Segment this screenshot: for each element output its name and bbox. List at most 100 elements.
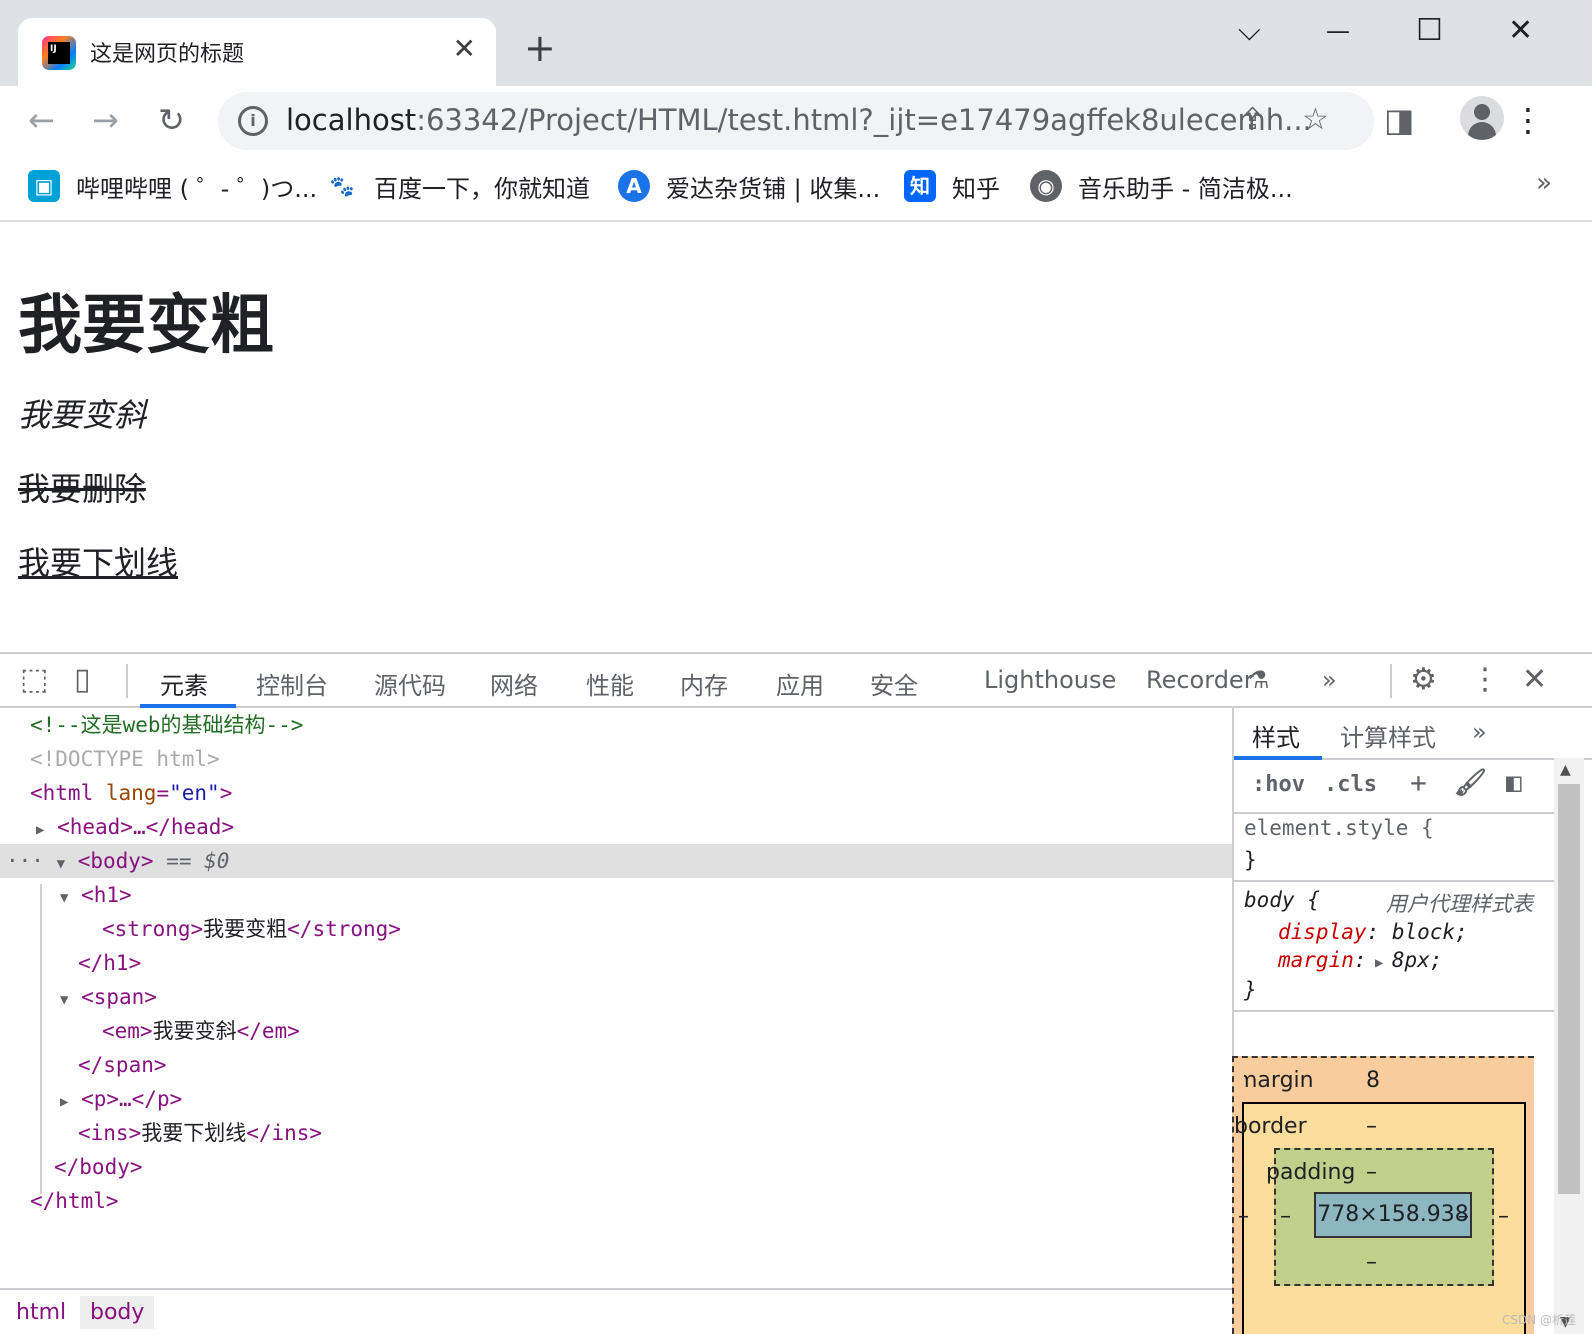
dom-h1-line[interactable]: ▼ <h1> xyxy=(0,878,1232,912)
dom-ellipsis[interactable]: ··· xyxy=(6,849,44,873)
dom-strong-line[interactable]: <strong>我要变粗</strong> xyxy=(0,912,1232,946)
dom-h1-close: </h1> xyxy=(78,951,142,975)
devtools-menu-icon[interactable]: ⋮ xyxy=(1470,662,1500,698)
tab-security[interactable]: 安全 xyxy=(870,666,918,701)
tab-elements[interactable]: 元素 xyxy=(160,666,208,701)
class-toggle[interactable]: .cls xyxy=(1324,772,1377,797)
share-icon[interactable]: ⇪ xyxy=(1240,102,1265,137)
border-right-value[interactable]: – xyxy=(1498,1204,1509,1229)
dom-em-line[interactable]: <em>我要变斜</em> xyxy=(0,1014,1232,1048)
box-model-content[interactable]: 778×158.938 xyxy=(1314,1192,1472,1238)
url-text[interactable]: localhost:63342/Project/HTML/test.html?_… xyxy=(286,103,1312,137)
bookmark-music[interactable]: ◉ 音乐助手 - 简洁极... xyxy=(1030,166,1293,206)
collapse-triangle-icon[interactable]: ▼ xyxy=(60,992,68,1008)
margin-value[interactable]: 8 xyxy=(1366,1068,1380,1093)
colon: : xyxy=(1353,948,1367,972)
padding-bottom-value[interactable]: – xyxy=(1366,1250,1377,1275)
tab-network[interactable]: 网络 xyxy=(490,666,538,701)
close-brace: } xyxy=(1244,848,1257,872)
dom-html-line[interactable]: <html lang="en"> xyxy=(0,776,1232,810)
dom-body-close-line[interactable]: </body> xyxy=(0,1150,1232,1184)
minimize-button[interactable]: — xyxy=(1326,14,1350,48)
padding-left-value[interactable]: – xyxy=(1280,1204,1291,1229)
bookmark-bilibili[interactable]: ▣ 哔哩哔哩 ( ゜- ゜)つ... xyxy=(28,166,317,206)
margin-declaration[interactable]: margin: ▶ 8px; xyxy=(1278,948,1442,978)
expand-triangle-icon[interactable]: ▶ xyxy=(1367,955,1392,971)
border-value[interactable]: – xyxy=(1366,1114,1377,1139)
collapse-triangle-icon[interactable]: ▼ xyxy=(60,890,68,906)
browser-tab[interactable]: IJ 这是网页的标题 ✕ xyxy=(18,18,496,86)
border-left-value[interactable]: – xyxy=(1238,1204,1249,1229)
bookmark-star-icon[interactable]: ☆ xyxy=(1302,102,1329,137)
dom-html-close-line[interactable]: </html> xyxy=(0,1184,1232,1218)
bookmark-baidu[interactable]: 🐾 百度一下，你就知道 xyxy=(326,166,590,206)
dom-selected-marker: == $0 xyxy=(166,849,230,873)
maximize-button[interactable]: ☐ xyxy=(1416,14,1443,48)
dom-body-line-selected[interactable]: ··· ▼ <body> == $0 xyxy=(0,844,1232,878)
browser-toolbar: ← → ↻ i localhost:63342/Project/HTML/tes… xyxy=(0,86,1592,154)
body-rule-selector[interactable]: body { xyxy=(1244,888,1320,918)
devtools-close-icon[interactable]: ✕ xyxy=(1522,662,1547,698)
user-agent-stylesheet-label[interactable]: 用户代理样式表 xyxy=(1386,888,1533,918)
dom-span-line[interactable]: ▼ <span> xyxy=(0,980,1232,1014)
dom-comment-line[interactable]: <!--这是web的基础结构--> xyxy=(0,708,1232,742)
chrome-menu-icon[interactable]: ⋮ xyxy=(1512,100,1544,140)
display-declaration[interactable]: display: block; xyxy=(1278,920,1468,950)
dom-h1-close-line[interactable]: </h1> xyxy=(0,946,1232,980)
padding-right-value[interactable]: – xyxy=(1458,1204,1469,1229)
tab-application[interactable]: 应用 xyxy=(776,666,824,701)
breadcrumb-html[interactable]: html xyxy=(6,1296,76,1329)
tab-search-dropdown-icon[interactable]: ⌵ xyxy=(1238,14,1261,48)
dom-h1-tag: <h1> xyxy=(81,883,132,907)
more-tabs-icon[interactable]: » xyxy=(1322,666,1337,694)
back-arrow-icon[interactable]: ← xyxy=(28,100,55,140)
expand-triangle-icon[interactable]: ▶ xyxy=(60,1094,68,1110)
tab-computed[interactable]: 计算样式 xyxy=(1340,718,1436,753)
scroll-thumb[interactable] xyxy=(1558,784,1580,1194)
side-panel-icon[interactable]: ◨ xyxy=(1384,100,1414,140)
sidebar-scrollbar[interactable]: ▲ ▼ xyxy=(1554,758,1584,1334)
paint-brush-icon[interactable]: 🖌 xyxy=(1454,768,1487,798)
dom-ins-line[interactable]: <ins>我要下划线</ins> xyxy=(0,1116,1232,1150)
element-style-rule[interactable]: element.style { xyxy=(1244,816,1434,846)
dom-span-close-line[interactable]: </span> xyxy=(0,1048,1232,1082)
window-close-button[interactable]: ✕ xyxy=(1508,14,1533,48)
expand-triangle-icon[interactable]: ▶ xyxy=(36,822,44,838)
tab-recorder[interactable]: Recorder xyxy=(1146,666,1254,694)
tab-console[interactable]: 控制台 xyxy=(256,666,328,701)
element-style-selector: element.style { xyxy=(1244,816,1434,840)
padding-value[interactable]: – xyxy=(1366,1160,1377,1185)
reload-icon[interactable]: ↻ xyxy=(158,100,185,140)
baidu-paw-icon: 🐾 xyxy=(326,170,358,202)
hover-state-toggle[interactable]: :hov xyxy=(1252,772,1305,797)
scroll-up-arrow-icon[interactable]: ▲ xyxy=(1560,762,1571,778)
tab-sources[interactable]: 源代码 xyxy=(374,666,446,701)
bookmark-zhihu[interactable]: 知 知乎 xyxy=(904,166,1000,206)
dom-doctype-line[interactable]: <!DOCTYPE html> xyxy=(0,742,1232,776)
dom-p-line[interactable]: ▶ <p>…</p> xyxy=(0,1082,1232,1116)
tab-styles[interactable]: 样式 xyxy=(1252,718,1300,753)
settings-gear-icon[interactable]: ⚙ xyxy=(1410,662,1437,698)
new-tab-button[interactable]: + xyxy=(524,28,556,68)
tab-lighthouse[interactable]: Lighthouse xyxy=(984,666,1116,694)
address-bar[interactable]: i localhost:63342/Project/HTML/test.html… xyxy=(218,92,1374,150)
dom-head-line[interactable]: ▶ <head>…</head> xyxy=(0,810,1232,844)
forward-arrow-icon[interactable]: → xyxy=(92,100,119,140)
toggle-sidebar-icon[interactable]: ◧ xyxy=(1506,768,1522,798)
dom-p-tag: <p>…</p> xyxy=(81,1087,183,1111)
dom-doctype: <!DOCTYPE html> xyxy=(30,747,220,771)
tab-performance[interactable]: 性能 xyxy=(586,666,634,701)
bookmark-aida[interactable]: A 爱达杂货铺 | 收集... xyxy=(618,166,880,206)
new-rule-plus-icon[interactable]: + xyxy=(1410,766,1427,799)
inspect-element-icon[interactable]: ⬚ xyxy=(20,662,48,698)
tab-close-icon[interactable]: ✕ xyxy=(453,32,476,65)
site-info-icon[interactable]: i xyxy=(238,106,268,136)
device-toolbar-icon[interactable]: ▯ xyxy=(74,662,91,698)
collapse-triangle-icon[interactable]: ▼ xyxy=(57,856,65,872)
profile-avatar[interactable] xyxy=(1460,96,1504,140)
breadcrumb-body[interactable]: body xyxy=(80,1296,155,1329)
tab-memory[interactable]: 内存 xyxy=(680,666,728,701)
italic-text: 我要变斜 xyxy=(18,396,147,434)
bookmarks-overflow-icon[interactable]: » xyxy=(1536,168,1552,198)
sidebar-more-icon[interactable]: » xyxy=(1472,718,1487,746)
